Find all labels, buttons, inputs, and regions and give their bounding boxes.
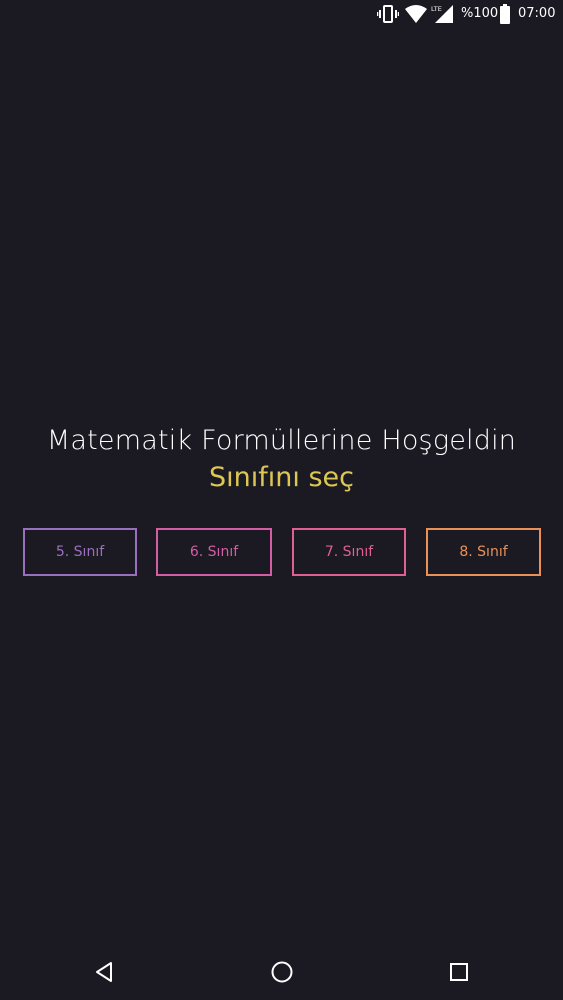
wifi-icon bbox=[405, 5, 427, 23]
navigation-bar bbox=[0, 944, 563, 1000]
status-bar: LTE %100 07:00 bbox=[0, 0, 563, 28]
grade-6-button[interactable]: 6. Sınıf bbox=[156, 528, 272, 576]
grade-8-button[interactable]: 8. Sınıf bbox=[426, 528, 541, 576]
home-icon[interactable] bbox=[270, 960, 294, 984]
battery-icon bbox=[500, 4, 510, 24]
grade-5-button[interactable]: 5. Sınıf bbox=[23, 528, 137, 576]
back-icon[interactable] bbox=[93, 960, 117, 984]
status-time: 07:00 bbox=[518, 6, 556, 21]
grade-7-button[interactable]: 7. Sınıf bbox=[292, 528, 406, 576]
recents-icon[interactable] bbox=[447, 960, 471, 984]
svg-text:LTE: LTE bbox=[431, 5, 442, 13]
page-subtitle: Sınıfını seç bbox=[209, 462, 354, 493]
vibrate-icon bbox=[377, 5, 399, 23]
lte-signal-icon: LTE bbox=[431, 5, 453, 23]
battery-percent: %100 bbox=[461, 6, 499, 21]
page-title: Matematik Formüllerine Hoşgeldin bbox=[46, 425, 517, 456]
